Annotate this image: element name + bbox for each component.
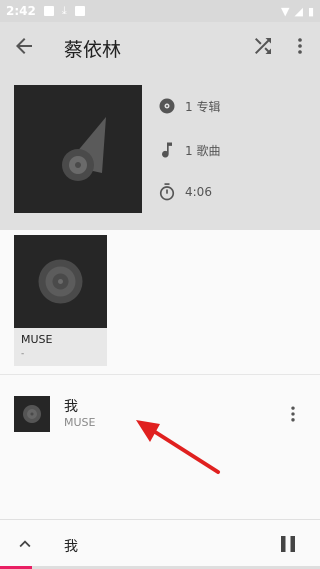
album-disc-icon [159, 98, 175, 114]
song-thumbnail [14, 396, 50, 432]
total-duration: 4:06 [185, 185, 212, 199]
now-playing-title: 我 [64, 539, 78, 555]
song-count: 1 歌曲 [185, 143, 221, 158]
status-time: 2:42 [6, 4, 36, 18]
album-count: 1 专辑 [185, 99, 221, 114]
status-icons: ▼ ◢ ▮ [281, 5, 314, 18]
song-album: MUSE [64, 416, 96, 429]
wifi-icon: ▼ [281, 4, 290, 18]
song-title: 我 [64, 399, 78, 415]
timer-icon [159, 183, 175, 201]
more-options-icon[interactable] [288, 34, 312, 58]
back-arrow-icon[interactable] [12, 34, 36, 58]
album-title: MUSE [21, 333, 53, 346]
song-more-options-icon[interactable] [283, 404, 303, 424]
status-bar: 2:42 ⤓ ▼ ◢ ▮ [0, 0, 320, 22]
image-notification-icon [43, 6, 54, 16]
music-note-icon [162, 142, 172, 158]
album-disc-icon [38, 259, 83, 304]
chevron-up-icon[interactable] [14, 533, 36, 555]
pause-icon[interactable] [278, 534, 298, 554]
page-title: 蔡依林 [64, 39, 122, 61]
artist-placeholder-icon [62, 117, 106, 181]
duration-row: 4:06 [157, 182, 212, 202]
signal-icon: ◢ [294, 4, 303, 18]
album-cover [14, 235, 107, 328]
app-notification-icon [74, 6, 85, 16]
battery-icon: ▮ [307, 4, 314, 18]
song-count-row: 1 歌曲 [157, 140, 220, 160]
toolbar: 蔡依林 [0, 22, 320, 70]
artist-image [14, 85, 142, 213]
download-notification-icon: ⤓ [61, 4, 67, 17]
song-disc-icon [23, 405, 41, 423]
album-subtitle: - [21, 349, 25, 359]
song-list-item[interactable]: 我 MUSE [0, 380, 320, 444]
album-card[interactable]: MUSE - [14, 235, 107, 366]
artist-header: 蔡依林 1 专辑 1 歌曲 4:06 [0, 22, 320, 230]
shuffle-icon[interactable] [251, 34, 275, 58]
mini-player[interactable]: 我 [0, 519, 320, 569]
album-count-row: 1 专辑 [157, 96, 220, 116]
section-divider [0, 374, 320, 375]
